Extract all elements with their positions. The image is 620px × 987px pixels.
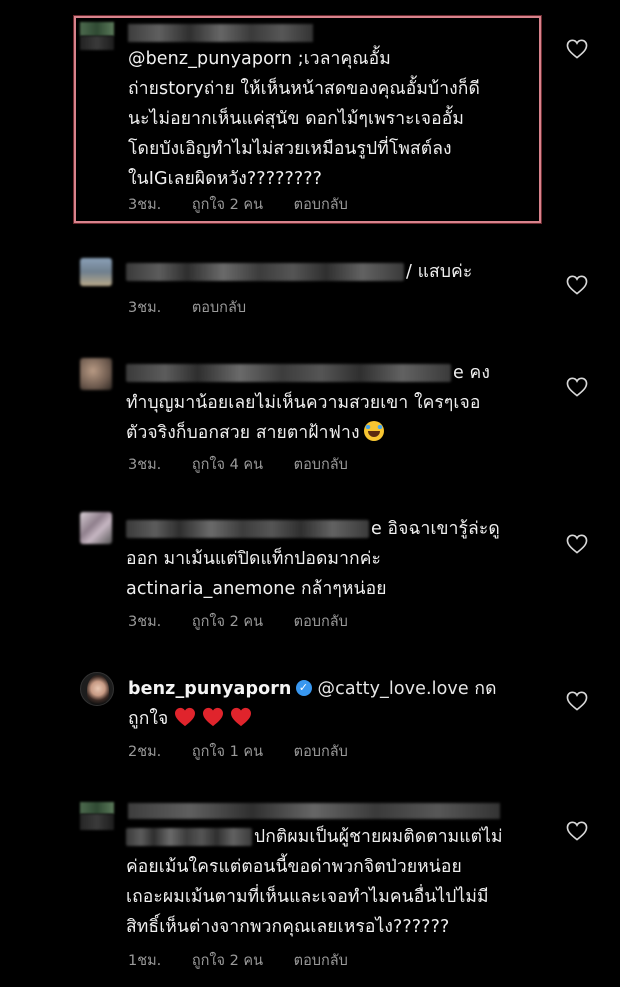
comment-meta: 3ชม. ถูกใจ 4 คน ตอบกลับ: [128, 453, 374, 476]
laughing-emoji-icon: [363, 421, 384, 441]
comment-line: เถอะผมเม้นตามที่เห็นและเจอทำไมคนอื่นไปไม…: [126, 887, 489, 907]
comment-text: ปกติผมเป็นผู้ชายผมติดตามแต่ไม่ ค่อยเม้นใ…: [126, 822, 556, 942]
red-heart-icon: [203, 707, 224, 727]
red-heart-icon: [175, 707, 196, 727]
heart-outline-icon[interactable]: [566, 534, 588, 554]
reply-button[interactable]: ตอบกลับ: [294, 744, 348, 760]
comment-text: e คง ทำบุญมาน้อยเลยไม่เห็นความสวยเขา ใคร…: [126, 358, 546, 448]
comment-line: ทำบุญมาน้อยเลยไม่เห็นความสวยเขา ใครๆเจอ: [126, 393, 481, 413]
like-count[interactable]: ถูกใจ 1 คน: [192, 744, 263, 760]
comment-meta: 1ชม. ถูกใจ 2 คน ตอบกลับ: [128, 949, 374, 972]
comment-line: ออก มาเม้นแต่ปิดแท็กปอดมากค่ะ: [126, 549, 381, 569]
reply-button[interactable]: ตอบกลับ: [294, 197, 348, 213]
reply-button[interactable]: ตอบกลับ: [192, 300, 246, 316]
comment-line: ถูกใจ: [128, 709, 169, 729]
comment-time: 3ชม.: [128, 614, 162, 630]
comment-line: e คง: [453, 363, 490, 383]
red-heart-icon: [231, 707, 252, 727]
like-count[interactable]: ถูกใจ 4 คน: [192, 457, 263, 473]
avatar[interactable]: [80, 258, 112, 286]
avatar[interactable]: [80, 672, 114, 706]
comment-line: ในIGเลยผิดหวัง????????: [128, 169, 323, 189]
avatar[interactable]: [80, 22, 114, 50]
blurred-username: [126, 520, 369, 538]
comment-username[interactable]: benz_punyaporn: [128, 679, 292, 699]
heart-outline-icon[interactable]: [566, 821, 588, 841]
comment-text: e อิจฉาเขารู้ล่ะดู ออก มาเม้นแต่ปิดแท็กป…: [126, 514, 546, 604]
like-count[interactable]: ถูกใจ 2 คน: [192, 197, 263, 213]
blurred-username: [128, 803, 500, 819]
blurred-username: [126, 364, 451, 382]
heart-outline-icon[interactable]: [566, 691, 588, 711]
reply-button[interactable]: ตอบกลับ: [294, 614, 348, 630]
avatar[interactable]: [80, 512, 112, 544]
like-count[interactable]: ถูกใจ 2 คน: [192, 953, 263, 969]
like-count[interactable]: ถูกใจ 2 คน: [192, 614, 263, 630]
heart-outline-icon[interactable]: [566, 275, 588, 295]
avatar[interactable]: [80, 802, 114, 830]
comment-line: ค่อยเม้นใครแต่ตอนนี้ขอด่าพวกจิตป่วยหน่อย: [126, 857, 462, 877]
comment-text: @benz_punyaporn ;เวลาคุณอั้ม ถ่ายstoryถ่…: [128, 44, 548, 194]
comment-line: สิทธิ์เห็นต่างจากพวกคุณเลยเหรอไง??????: [126, 917, 450, 937]
comment-time: 1ชม.: [128, 953, 162, 969]
comment-line: โดยบังเอิญทำไมไม่สวยเหมือนรูปที่โพสต์ลง: [128, 139, 452, 159]
comment-line: นะไม่อยากเห็นแค่สุนัข ดอกไม้ๆเพราะเจออั้…: [128, 109, 464, 129]
comment-line: ตัวจริงก็บอกสวย สายตาฝ้าฟาง: [126, 423, 360, 443]
comment-meta: 3ชม. ถูกใจ 2 คน ตอบกลับ: [128, 610, 374, 633]
comment-meta: 2ชม. ถูกใจ 1 คน ตอบกลับ: [128, 740, 374, 763]
comment-line: ปกติผมเป็นผู้ชายผมติดตามแต่ไม่: [254, 827, 503, 847]
blurred-username: [126, 263, 404, 281]
heart-outline-icon[interactable]: [566, 39, 588, 59]
mention-link[interactable]: @catty_love.love: [318, 679, 469, 699]
blurred-username: [128, 24, 313, 42]
comment-meta: 3ชม. ถูกใจ 2 คน ตอบกลับ: [128, 193, 374, 216]
comment-text: / แสบค่ะ: [126, 257, 546, 287]
comment-time: 3ชม.: [128, 300, 162, 316]
blurred-username: [126, 828, 252, 846]
comment-text: benz_punyaporn ✓ @catty_love.love กด ถูกใจ: [128, 674, 548, 734]
comment-time: 3ชม.: [128, 197, 162, 213]
comment-line: @benz_punyaporn ;เวลาคุณอั้ม: [128, 49, 391, 69]
reply-button[interactable]: ตอบกลับ: [294, 457, 348, 473]
comment-line: / แสบค่ะ: [406, 262, 473, 282]
comment-line: กด: [474, 679, 497, 699]
verified-badge-icon: ✓: [295, 680, 312, 696]
reply-button[interactable]: ตอบกลับ: [294, 953, 348, 969]
comment-time: 3ชม.: [128, 457, 162, 473]
comment-line: e อิจฉาเขารู้ล่ะดู: [371, 519, 500, 539]
avatar[interactable]: [80, 358, 112, 390]
comment-meta: 3ชม. ตอบกลับ: [128, 296, 272, 319]
comment-line: ถ่ายstoryถ่าย ให้เห็นหน้าสดของคุณอั้มบ้า…: [128, 79, 480, 99]
heart-outline-icon[interactable]: [566, 377, 588, 397]
comment-time: 2ชม.: [128, 744, 162, 760]
comment-line: actinaria_anemone กล้าๆหน่อย: [126, 579, 387, 599]
